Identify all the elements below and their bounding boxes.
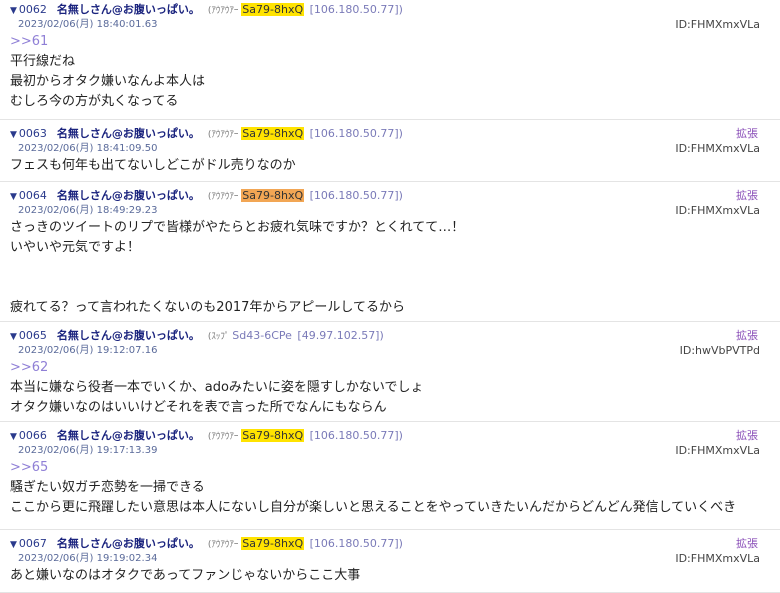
- poster-kote: (ｱｳｱｳｱｰ: [207, 432, 242, 442]
- post-body: >>61 平行線だね最初からオタク嫌いなんよ本人は むしろ今の方が丸くなってる: [10, 32, 770, 112]
- post-header: ▼ 0066 名無しさん@お腹いっぱい。 (ｱｳｱｳｱｰ Sa79-8hxQ [106…: [10, 428, 770, 444]
- post-number[interactable]: 0064: [19, 189, 47, 202]
- post-text-line: 本当に嫌なら役者一本でいくか、adoみたいに姿を隠すしかないでしょ: [10, 380, 424, 395]
- post-id[interactable]: ID:FHMXmxVLa: [675, 204, 760, 218]
- post-body: フェスも何年も出てないしどこがドル売りなのか: [10, 156, 770, 176]
- thread: ▼ 0062 名無しさん@お腹いっぱい。 (ｱｳｱｳｱｰ Sa79-8hxQ [106…: [0, 0, 780, 593]
- post-text-line: [10, 278, 770, 298]
- post-text-line: [10, 258, 770, 278]
- post-date: 2023/02/06(月) 19:12:07.16: [18, 345, 158, 356]
- reply-anchor-link[interactable]: >>65: [10, 458, 770, 478]
- post: ▼ 0066 名無しさん@お腹いっぱい。 (ｱｳｱｳｱｰ Sa79-8hxQ [106…: [0, 422, 780, 530]
- poster-ip: [106.180.50.77]): [306, 189, 403, 202]
- poster-kote: (ｱｳｱｳｱｰ: [207, 130, 242, 140]
- poster-ip: [106.180.50.77]): [306, 3, 403, 16]
- poster-kote: (ｱｳｱｳｱｰ: [207, 540, 242, 550]
- post-text-line: 疲れてる？って言われたくないのも2017年からアピールしてるから: [10, 300, 406, 315]
- poster-ip: [106.180.50.77]): [306, 127, 403, 140]
- post-date: 2023/02/06(月) 18:49:29.23: [18, 205, 158, 216]
- post: ▼ 0067 名無しさん@お腹いっぱい。 (ｱｳｱｳｱｰ Sa79-8hxQ [106…: [0, 530, 780, 593]
- post: ▼ 0063 名無しさん@お腹いっぱい。 (ｱｳｱｳｱｰ Sa79-8hxQ [106…: [0, 120, 780, 182]
- post-text-line: 最初からオタク嫌いなんよ本人は: [10, 74, 206, 89]
- poster-ip: [106.180.50.77]): [306, 429, 403, 442]
- post-date: 2023/02/06(月) 19:17:13.39: [18, 445, 158, 456]
- post-text-line: オタク嫌いなのはいいけどそれを表で言った所でなんにもならん: [10, 400, 387, 415]
- post-date: 2023/02/06(月) 18:41:09.50: [18, 143, 158, 154]
- post-number[interactable]: 0063: [19, 127, 47, 140]
- expand-link[interactable]: 拡張: [736, 126, 758, 142]
- post-id[interactable]: ID:FHMXmxVLa: [675, 444, 760, 458]
- poster-name: 名無しさん@お腹いっぱい。: [56, 189, 200, 202]
- post-text-line: あと嫌いなのはオタクであってファンじゃないからここ大事: [10, 568, 361, 583]
- post-id[interactable]: ID:FHMXmxVLa: [675, 552, 760, 566]
- reply-anchor-link[interactable]: >>61: [10, 32, 770, 52]
- post-body: あと嫌いなのはオタクであってファンじゃないからここ大事: [10, 566, 770, 586]
- poster-trip[interactable]: Sa79-8hxQ: [241, 3, 305, 16]
- poster-ip: [49.97.102.57]): [293, 329, 384, 342]
- post: ▼ 0062 名無しさん@お腹いっぱい。 (ｱｳｱｳｱｰ Sa79-8hxQ [106…: [0, 0, 780, 120]
- post-number[interactable]: 0066: [19, 429, 47, 442]
- post-meta: 2023/02/06(月) 19:19:02.34 ID:FHMXmxVLa: [10, 552, 770, 566]
- collapse-arrow-icon[interactable]: ▼: [10, 6, 17, 16]
- post-header: ▼ 0064 名無しさん@お腹いっぱい。 (ｱｳｱｳｱｰ Sa79-8hxQ [106…: [10, 188, 770, 204]
- post-text-line: さっきのツイートのリプで皆様がやたらとお疲れ気味ですか？とくれてて…！: [10, 220, 465, 235]
- poster-kote: (ｱｳｱｳｱｰ: [207, 6, 242, 16]
- collapse-arrow-icon[interactable]: ▼: [10, 332, 17, 342]
- post-header: ▼ 0062 名無しさん@お腹いっぱい。 (ｱｳｱｳｱｰ Sa79-8hxQ [106…: [10, 2, 770, 18]
- post-text-line: ここから更に飛躍したい意思は本人にないし自分が楽しいと思えることをやっていきたい…: [10, 500, 737, 515]
- poster-trip[interactable]: Sa79-8hxQ: [241, 127, 305, 140]
- post-text-line: 平行線だね: [10, 54, 76, 69]
- post-meta: 2023/02/06(月) 18:41:09.50 ID:FHMXmxVLa: [10, 142, 770, 156]
- post-body: さっきのツイートのリプで皆様がやたらとお疲れ気味ですか？とくれてて…！ いやいや元…: [10, 218, 770, 318]
- reply-anchor-link[interactable]: >>62: [10, 358, 770, 378]
- poster-name: 名無しさん@お腹いっぱい。: [56, 429, 200, 442]
- post-text-line: フェスも何年も出てないしどこがドル売りなのか: [10, 158, 296, 173]
- post-body: >>62 本当に嫌なら役者一本でいくか、adoみたいに姿を隠すしかないでしょ オタク…: [10, 358, 770, 418]
- poster-kote: (ｽｯﾌﾟ: [207, 332, 233, 342]
- collapse-arrow-icon[interactable]: ▼: [10, 130, 17, 140]
- post-number[interactable]: 0067: [19, 537, 47, 550]
- post-number[interactable]: 0062: [19, 3, 47, 16]
- poster-trip[interactable]: Sa79-8hxQ: [241, 189, 305, 202]
- poster-ip: [106.180.50.77]): [306, 537, 403, 550]
- poster-name: 名無しさん@お腹いっぱい。: [56, 537, 200, 550]
- poster-name: 名無しさん@お腹いっぱい。: [56, 3, 200, 16]
- collapse-arrow-icon[interactable]: ▼: [10, 192, 17, 202]
- expand-link[interactable]: 拡張: [736, 536, 758, 552]
- post-text-line: 騒ぎたい奴ガチ恋勢を一掃できる: [10, 480, 205, 495]
- collapse-arrow-icon[interactable]: ▼: [10, 540, 17, 550]
- expand-link[interactable]: 拡張: [736, 428, 758, 444]
- post-header: ▼ 0065 名無しさん@お腹いっぱい。 (ｽｯﾌﾟ Sd43-6CPe [49.97…: [10, 328, 770, 344]
- poster-trip[interactable]: Sa79-8hxQ: [241, 537, 305, 550]
- post-date: 2023/02/06(月) 19:19:02.34: [18, 553, 158, 564]
- post-body: >>65 騒ぎたい奴ガチ恋勢を一掃できるここから更に飛躍したい意思は本人にないし自…: [10, 458, 770, 518]
- post-number[interactable]: 0065: [19, 329, 47, 342]
- post-header: ▼ 0067 名無しさん@お腹いっぱい。 (ｱｳｱｳｱｰ Sa79-8hxQ [106…: [10, 536, 770, 552]
- post-text-line: いやいや元気ですよ！: [10, 240, 141, 255]
- post: ▼ 0065 名無しさん@お腹いっぱい。 (ｽｯﾌﾟ Sd43-6CPe [49.97…: [0, 322, 780, 422]
- post-id[interactable]: ID:FHMXmxVLa: [675, 18, 760, 32]
- post-meta: 2023/02/06(月) 18:49:29.23 ID:FHMXmxVLa: [10, 204, 770, 218]
- expand-link[interactable]: 拡張: [736, 188, 758, 204]
- post: ▼ 0064 名無しさん@お腹いっぱい。 (ｱｳｱｳｱｰ Sa79-8hxQ [106…: [0, 182, 780, 322]
- post-text-line: むしろ今の方が丸くなってる: [10, 94, 179, 109]
- post-meta: 2023/02/06(月) 19:17:13.39 ID:FHMXmxVLa: [10, 444, 770, 458]
- poster-name: 名無しさん@お腹いっぱい。: [56, 127, 200, 140]
- post-meta: 2023/02/06(月) 19:12:07.16 ID:hwVbPVTPd: [10, 344, 770, 358]
- post-id[interactable]: ID:FHMXmxVLa: [675, 142, 760, 156]
- expand-link[interactable]: 拡張: [736, 328, 758, 344]
- poster-kote: (ｱｳｱｳｱｰ: [207, 192, 242, 202]
- poster-name: 名無しさん@お腹いっぱい。: [56, 329, 200, 342]
- post-meta: 2023/02/06(月) 18:40:01.63 ID:FHMXmxVLa: [10, 18, 770, 32]
- post-header: ▼ 0063 名無しさん@お腹いっぱい。 (ｱｳｱｳｱｰ Sa79-8hxQ [106…: [10, 126, 770, 142]
- poster-trip[interactable]: Sd43-6CPe: [232, 329, 292, 342]
- collapse-arrow-icon[interactable]: ▼: [10, 432, 17, 442]
- post-date: 2023/02/06(月) 18:40:01.63: [18, 19, 158, 30]
- poster-trip[interactable]: Sa79-8hxQ: [241, 429, 305, 442]
- post-id[interactable]: ID:hwVbPVTPd: [680, 344, 760, 358]
